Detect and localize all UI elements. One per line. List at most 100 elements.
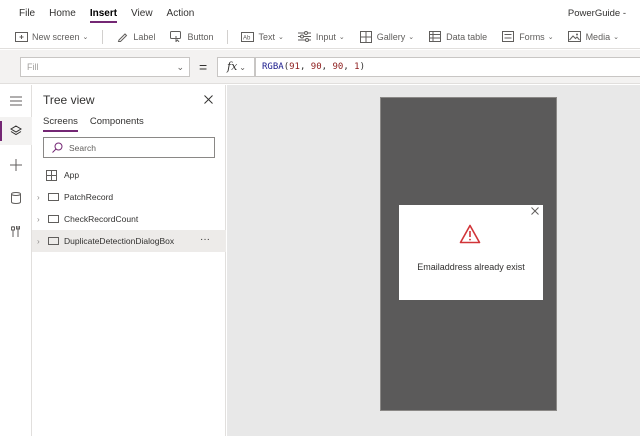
menu-view[interactable]: View xyxy=(124,0,160,25)
property-dropdown-value: Fill xyxy=(27,62,39,72)
text-menu-button[interactable]: Ab Text ⌄ xyxy=(240,31,284,43)
app-title: PowerGuide - xyxy=(567,8,626,19)
label-button-label: Label xyxy=(133,31,156,42)
close-icon xyxy=(203,94,213,104)
more-options-button[interactable]: ··· xyxy=(200,234,210,245)
plus-icon xyxy=(10,159,22,171)
button-button-label: Button xyxy=(187,31,214,42)
menu-home[interactable]: Home xyxy=(42,0,83,25)
layers-icon xyxy=(10,125,22,136)
chevron-down-icon: ⌄ xyxy=(239,63,246,72)
chevron-down-icon: ⌄ xyxy=(547,33,554,41)
new-screen-button[interactable]: New screen ⌄ xyxy=(14,31,88,43)
input-menu-label: Input xyxy=(315,31,336,42)
data-table-label: Data table xyxy=(446,31,488,42)
formula-function: RGBA xyxy=(262,62,284,72)
formula-arg: 91 xyxy=(289,62,300,72)
hamburger-button[interactable] xyxy=(0,87,32,115)
text-icon: Ab xyxy=(240,31,254,43)
screen-icon xyxy=(48,215,59,223)
close-button[interactable] xyxy=(201,92,215,106)
chevron-right-icon: › xyxy=(37,236,40,246)
tree-tabs: Screens Components xyxy=(43,116,156,132)
design-canvas: Emailaddress already exist xyxy=(227,85,640,436)
new-screen-label: New screen xyxy=(32,31,80,42)
chevron-down-icon: ⌄ xyxy=(408,33,415,41)
chevron-down-icon: ⌄ xyxy=(82,33,89,41)
tools-icon xyxy=(11,225,20,237)
dialog-message: Emailaddress already exist xyxy=(417,262,525,272)
button-button[interactable]: Button xyxy=(169,31,213,43)
text-menu-label: Text xyxy=(258,31,275,42)
database-icon xyxy=(11,192,21,204)
tools-rail-button[interactable] xyxy=(0,217,32,245)
warning-icon xyxy=(459,224,481,244)
gallery-menu-button[interactable]: Gallery ⌄ xyxy=(359,30,415,43)
menu-action[interactable]: Action xyxy=(160,0,202,25)
fx-icon: fx xyxy=(227,60,238,73)
insert-ribbon: New screen ⌄ Label Button Ab Text ⌄ Inpu… xyxy=(0,25,640,49)
menu-insert[interactable]: Insert xyxy=(83,0,124,25)
tree-view-title: Tree view xyxy=(43,93,95,107)
forms-menu-label: Forms xyxy=(519,31,545,42)
dialog-close-button[interactable] xyxy=(531,207,540,216)
tab-screens[interactable]: Screens xyxy=(43,116,78,132)
menu-bar: File Home Insert View Action PowerGuide … xyxy=(0,0,640,25)
insert-rail-button[interactable] xyxy=(0,151,32,179)
tree-view-panel: Tree view Screens Components Search App … xyxy=(32,85,226,436)
new-screen-icon xyxy=(14,31,28,43)
chevron-down-icon: ⌄ xyxy=(613,33,619,41)
tree-view-rail-button[interactable] xyxy=(0,117,32,145)
data-table-button[interactable]: Data table xyxy=(428,31,487,43)
tree-item-label: PatchRecord xyxy=(64,192,114,202)
formula-arg: 90 xyxy=(310,62,322,72)
button-icon xyxy=(169,31,183,43)
search-input[interactable]: Search xyxy=(43,137,215,158)
gallery-menu-label: Gallery xyxy=(376,31,406,42)
screen-icon xyxy=(48,237,59,245)
chevron-down-icon: ⌄ xyxy=(277,33,284,41)
label-button[interactable]: Label xyxy=(115,31,155,43)
equals-sign: = xyxy=(199,59,208,75)
search-placeholder: Search xyxy=(69,142,96,153)
chevron-right-icon: › xyxy=(37,192,40,202)
svg-text:Ab: Ab xyxy=(243,35,251,41)
tree-item-label: App xyxy=(64,170,80,180)
tree-item-screen[interactable]: › PatchRecord xyxy=(32,186,226,208)
chevron-down-icon: ⌄ xyxy=(176,62,184,72)
left-rail xyxy=(0,85,32,436)
close-icon xyxy=(531,207,539,215)
tab-components[interactable]: Components xyxy=(90,116,144,132)
formula-input[interactable]: RGBA(91, 90, 90, 1) xyxy=(255,57,640,77)
tree-item-app[interactable]: App xyxy=(32,164,226,186)
media-icon xyxy=(568,31,582,43)
search-icon xyxy=(52,142,64,154)
tree-item-label: DuplicateDetectionDialogBox xyxy=(64,236,175,246)
data-table-icon xyxy=(428,31,442,43)
formula-arg: 1 xyxy=(354,62,360,72)
gallery-icon xyxy=(359,30,373,43)
data-rail-button[interactable] xyxy=(0,184,32,212)
tree-item-screen[interactable]: › CheckRecordCount xyxy=(32,208,226,230)
media-menu-button[interactable]: Media ⌄ xyxy=(568,31,619,43)
tree-item-screen[interactable]: › DuplicateDetectionDialogBox ··· xyxy=(32,230,226,252)
screen-icon xyxy=(48,193,59,201)
formula-bar: Fill ⌄ = fx ⌄ RGBA(91, 90, 90, 1) xyxy=(0,50,640,84)
forms-menu-button[interactable]: Forms ⌄ xyxy=(501,31,554,43)
ribbon-divider xyxy=(227,29,229,44)
hamburger-icon xyxy=(10,96,22,106)
media-menu-label: Media xyxy=(585,31,611,42)
tree-item-label: CheckRecordCount xyxy=(64,214,139,224)
formula-arg: 90 xyxy=(332,62,344,72)
app-screen[interactable]: Emailaddress already exist xyxy=(380,97,557,411)
fx-button[interactable]: fx ⌄ xyxy=(217,57,255,77)
label-icon xyxy=(115,31,129,43)
chevron-right-icon: › xyxy=(37,214,40,224)
chevron-down-icon: ⌄ xyxy=(338,33,345,41)
input-menu-button[interactable]: Input ⌄ xyxy=(298,31,345,43)
ribbon-divider xyxy=(102,29,104,44)
forms-icon xyxy=(501,31,515,43)
dialog-box[interactable]: Emailaddress already exist xyxy=(399,205,543,300)
menu-file[interactable]: File xyxy=(12,0,42,25)
property-dropdown[interactable]: Fill ⌄ xyxy=(20,57,190,77)
